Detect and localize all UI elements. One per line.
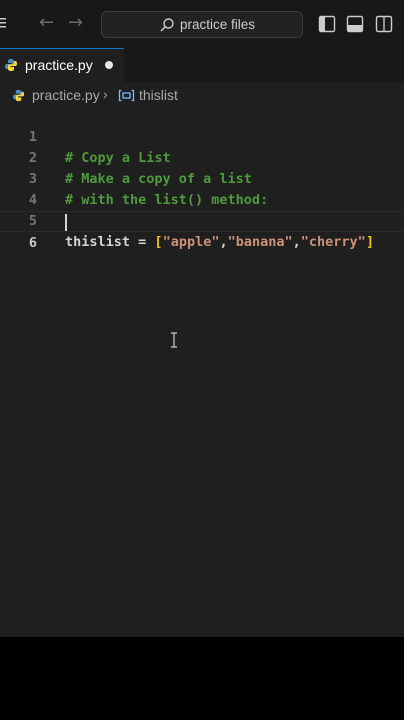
title-bar: ← → practice files [0, 0, 404, 48]
breadcrumb-file[interactable]: practice.py [32, 87, 100, 103]
tab-label: practice.py [25, 57, 93, 73]
command-center-search[interactable]: practice files [101, 11, 303, 38]
variable-symbol-icon [118, 89, 135, 102]
code-statement: thislist = ["apple","banana","cherry"] [65, 232, 374, 253]
chevron-right-icon: › [103, 86, 108, 102]
code-line[interactable]: 3 # with the list() method: [0, 148, 404, 208]
assign-operator: = [130, 234, 155, 250]
string-literal: "apple" [162, 234, 220, 250]
variable-name: thislist [65, 234, 131, 250]
code-line[interactable]: 2 # Make a copy of a list [0, 127, 404, 187]
code-line-current[interactable]: 6 [0, 211, 404, 251]
toggle-panel-icon[interactable] [346, 15, 364, 33]
close-bracket: ] [365, 234, 374, 250]
breadcrumb-symbol[interactable]: thislist [139, 87, 178, 103]
search-label: practice files [180, 17, 256, 32]
toggle-primary-sidebar-icon[interactable] [318, 15, 336, 33]
comma: , [292, 234, 301, 250]
ibeam-cursor-icon [171, 332, 177, 348]
toggle-secondary-sidebar-icon[interactable] [375, 15, 393, 33]
python-file-icon [12, 89, 25, 102]
tab-practice-py[interactable]: practice.py [0, 48, 124, 82]
comma: , [219, 234, 228, 250]
string-literal: "cherry" [300, 234, 366, 250]
code-line[interactable]: 1 # Copy a List [0, 106, 404, 166]
search-icon [160, 18, 174, 32]
open-bracket: [ [154, 234, 163, 250]
forward-arrow-icon[interactable]: → [68, 12, 83, 33]
text-cursor [65, 214, 67, 231]
unsaved-changes-dot[interactable] [105, 61, 113, 69]
python-file-icon [5, 59, 17, 71]
back-arrow-icon[interactable]: ← [39, 12, 54, 33]
vscode-window: ← → practice files practice.py practice.… [0, 0, 404, 637]
code-editor[interactable]: 1 # Copy a List 2 # Make a copy of a lis… [0, 106, 404, 637]
editor-tab-bar: practice.py [0, 48, 404, 82]
menu-icon[interactable] [0, 17, 6, 29]
string-literal: "banana" [227, 234, 293, 250]
code-line[interactable]: 4 [0, 169, 404, 208]
line-number: 6 [28, 235, 37, 251]
code-line[interactable]: 5 thislist = ["apple","banana","cherry"] [0, 190, 404, 250]
breadcrumb: practice.py › thislist [0, 84, 404, 106]
